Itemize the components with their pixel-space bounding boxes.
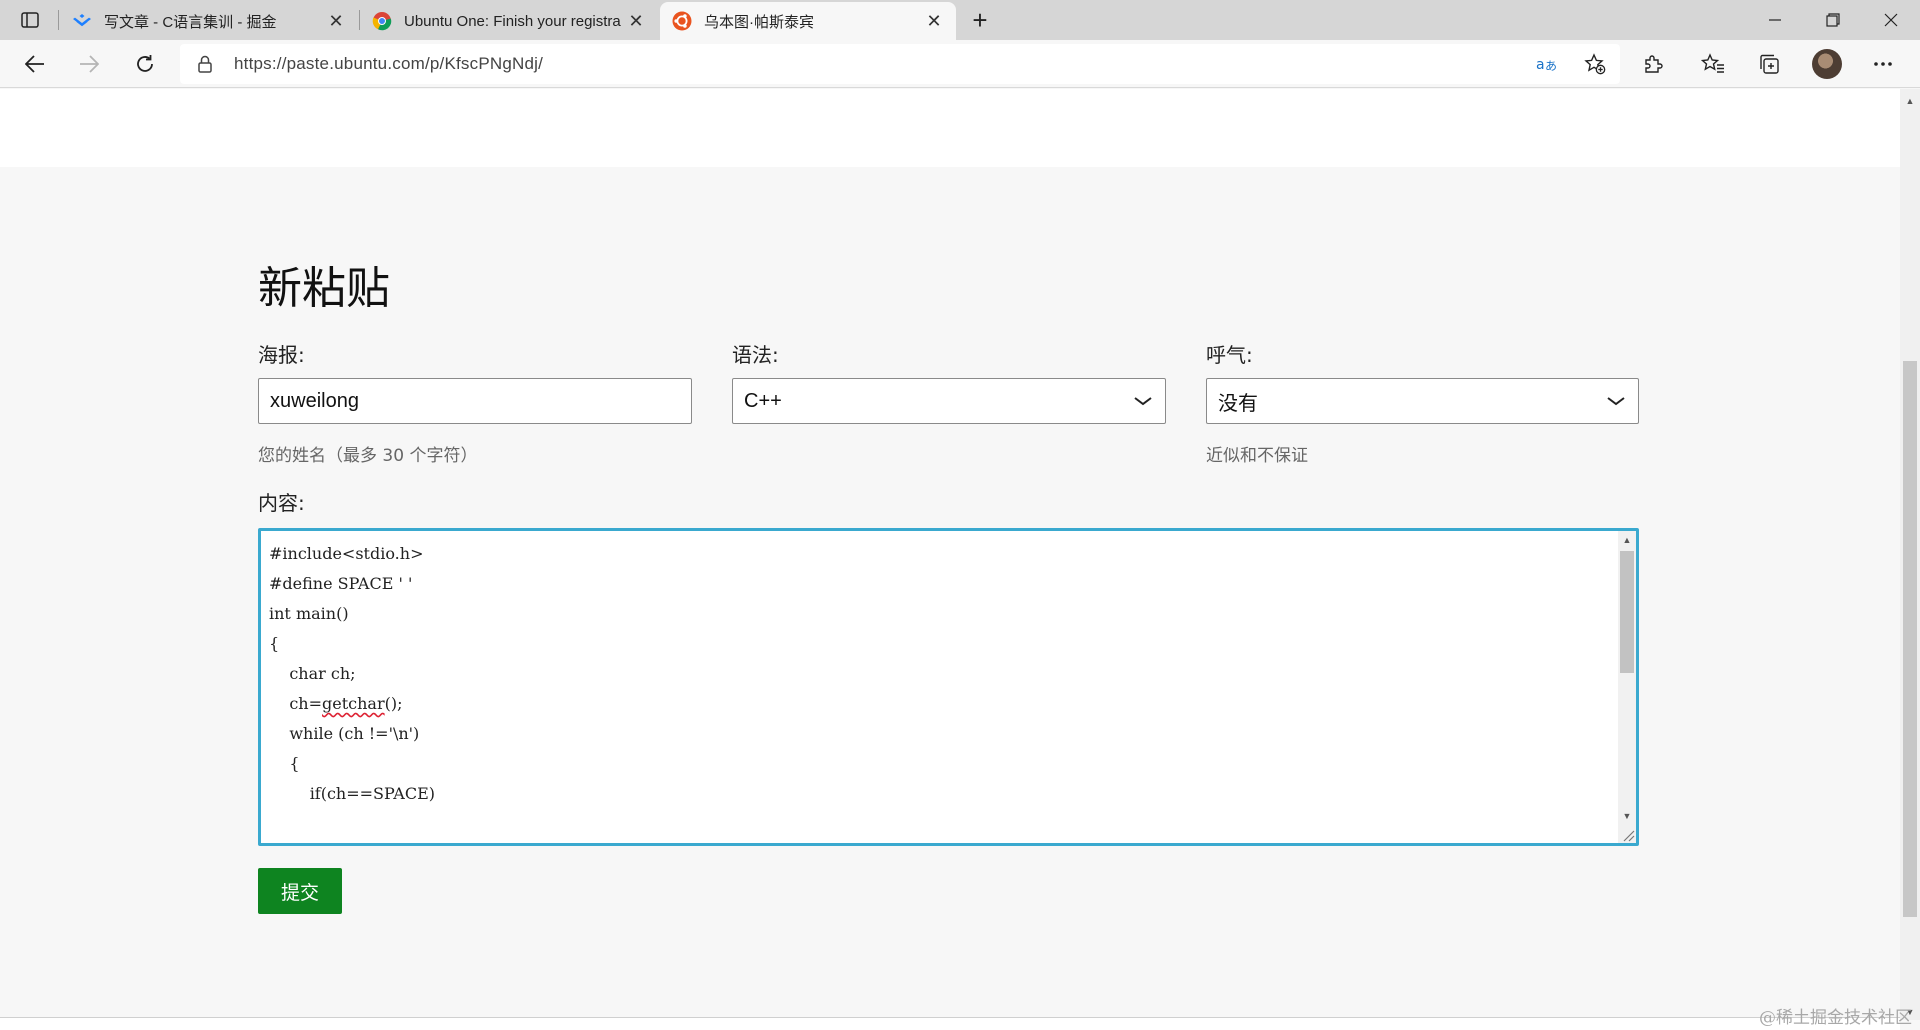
scroll-up-arrow-icon[interactable]: ▲ bbox=[1900, 93, 1920, 109]
close-icon[interactable]: ✕ bbox=[326, 11, 346, 31]
syntax-select[interactable]: C++ bbox=[732, 378, 1166, 424]
expiration-select[interactable]: 没有 bbox=[1206, 378, 1639, 424]
close-icon[interactable]: ✕ bbox=[924, 11, 944, 31]
tab-ubuntu-one[interactable]: Ubuntu One: Finish your registra ✕ bbox=[360, 2, 658, 40]
code-line: { bbox=[269, 754, 300, 773]
translate-icon[interactable]: aあ bbox=[1530, 48, 1564, 80]
back-arrow-icon[interactable] bbox=[18, 48, 52, 80]
code-line: #include<stdio.h> bbox=[269, 544, 424, 563]
add-favorite-icon[interactable] bbox=[1578, 48, 1612, 80]
juejin-logo-icon bbox=[72, 11, 92, 31]
ubuntu-logo-icon bbox=[672, 11, 692, 31]
tab-title: 写文章 - C语言集训 - 掘金 bbox=[104, 13, 277, 31]
expiration-select-value: 没有 bbox=[1218, 392, 1258, 415]
forward-arrow-icon[interactable] bbox=[72, 48, 106, 80]
submit-button[interactable]: 提交 bbox=[258, 868, 342, 914]
new-tab-button[interactable]: + bbox=[964, 4, 996, 36]
code-line: #define SPACE ' ' bbox=[269, 574, 413, 593]
code-line: int main() bbox=[269, 604, 349, 623]
profile-avatar[interactable] bbox=[1810, 48, 1844, 80]
lock-icon[interactable] bbox=[198, 55, 218, 73]
watermark-text: @稀土掘金技术社区 bbox=[1759, 1008, 1912, 1028]
svg-text:a: a bbox=[1536, 57, 1545, 73]
extensions-icon[interactable] bbox=[1636, 48, 1670, 80]
collections-icon[interactable] bbox=[1752, 48, 1786, 80]
svg-text:あ: あ bbox=[1545, 59, 1557, 73]
code-content: #include<stdio.h> #define SPACE ' ' int ma… bbox=[269, 539, 435, 809]
close-window-icon[interactable] bbox=[1862, 0, 1920, 40]
tab-ubuntu-pastebin[interactable]: 乌本图·帕斯泰宾 ✕ bbox=[660, 2, 956, 40]
tab-strip: 写文章 - C语言集训 - 掘金 ✕ Ubuntu One: Finish yo… bbox=[0, 0, 1920, 40]
favorites-icon[interactable] bbox=[1696, 48, 1730, 80]
refresh-icon[interactable] bbox=[128, 48, 162, 80]
code-line: char ch; bbox=[269, 664, 356, 683]
tab-title: Ubuntu One: Finish your registra bbox=[404, 12, 621, 30]
more-options-icon[interactable] bbox=[1866, 48, 1900, 80]
expiration-hint: 近似和不保证 bbox=[1206, 446, 1308, 466]
poster-label: 海报: bbox=[258, 343, 305, 367]
expiration-label: 呼气: bbox=[1206, 343, 1253, 367]
scroll-up-arrow-icon[interactable]: ▲ bbox=[1618, 531, 1636, 549]
textarea-scrollbar[interactable]: ▲ ▼ bbox=[1618, 531, 1636, 843]
content-textarea[interactable]: #include<stdio.h> #define SPACE ' ' int ma… bbox=[258, 528, 1639, 846]
syntax-select-value: C++ bbox=[744, 389, 782, 412]
resize-handle-icon[interactable] bbox=[1621, 828, 1635, 842]
page-header-band bbox=[0, 89, 1900, 167]
tab-juejin[interactable]: 写文章 - C语言集训 - 掘金 ✕ bbox=[60, 2, 358, 40]
tab-separator bbox=[58, 10, 59, 30]
syntax-label: 语法: bbox=[732, 343, 779, 367]
chrome-logo-icon bbox=[372, 11, 392, 31]
poster-hint: 您的姓名（最多 30 个字符） bbox=[258, 446, 478, 466]
close-icon[interactable]: ✕ bbox=[626, 11, 646, 31]
chevron-down-icon bbox=[1134, 397, 1152, 406]
window-controls bbox=[1746, 0, 1920, 40]
page-scrollbar[interactable]: ▲ ▼ bbox=[1900, 89, 1920, 1020]
window-bottom-edge bbox=[0, 1017, 1900, 1030]
page-title: 新粘贴 bbox=[258, 263, 390, 314]
textarea-scroll-thumb[interactable] bbox=[1620, 551, 1634, 673]
restore-icon[interactable] bbox=[1804, 0, 1862, 40]
page-scroll-thumb[interactable] bbox=[1903, 361, 1917, 917]
spellcheck-word: getchar bbox=[322, 694, 385, 713]
code-line-getchar: ch=getchar(); bbox=[269, 694, 403, 713]
poster-input[interactable]: xuweilong bbox=[258, 378, 692, 424]
code-line: while (ch !='\n') bbox=[269, 724, 420, 743]
code-line: { bbox=[269, 634, 280, 653]
url-text: https://paste.ubuntu.com/p/KfscPNgNdj/ bbox=[234, 54, 544, 73]
browser-toolbar: https://paste.ubuntu.com/p/KfscPNgNdj/ a… bbox=[0, 40, 1920, 88]
address-bar[interactable]: https://paste.ubuntu.com/p/KfscPNgNdj/ a… bbox=[180, 44, 1620, 84]
minimize-icon[interactable] bbox=[1746, 0, 1804, 40]
code-line: if(ch==SPACE) bbox=[269, 784, 436, 803]
poster-input-value: xuweilong bbox=[270, 389, 359, 412]
content-label: 内容: bbox=[258, 491, 305, 515]
scroll-down-arrow-icon[interactable]: ▼ bbox=[1618, 807, 1636, 825]
tab-title: 乌本图·帕斯泰宾 bbox=[704, 13, 814, 31]
page-content: 新粘贴 海报: 语法: 呼气: xuweilong C++ 没有 您的姓名（最多… bbox=[0, 89, 1900, 1020]
tab-actions-icon[interactable] bbox=[14, 6, 46, 34]
chevron-down-icon bbox=[1607, 397, 1625, 406]
